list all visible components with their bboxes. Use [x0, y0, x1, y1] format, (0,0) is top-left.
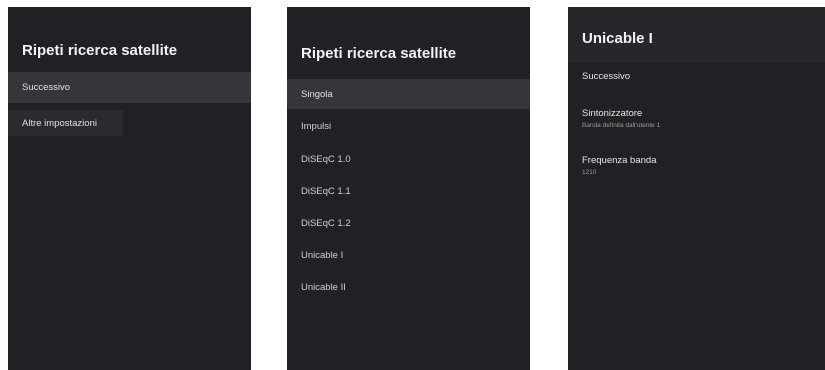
option-diseqc-1-0[interactable]: DiSEqC 1.0: [287, 144, 530, 174]
lnb-type-panel: Ripeti ricerca satellite Singola Impulsi…: [287, 7, 530, 370]
panel-title: Ripeti ricerca satellite: [22, 42, 178, 59]
panel-title: Ripeti ricerca satellite: [301, 45, 457, 62]
other-settings-item[interactable]: Altre impostazioni: [8, 110, 123, 136]
next-item[interactable]: Successivo: [8, 72, 251, 103]
satellite-rescan-panel: Ripeti ricerca satellite Successivo Altr…: [8, 7, 251, 370]
tuner-label: Sintonizzatore: [582, 108, 643, 119]
option-unicable-2[interactable]: Unicable II: [287, 272, 530, 302]
band-frequency-item[interactable]: Frequenza banda 1210: [582, 155, 656, 176]
option-unicable-1[interactable]: Unicable I: [287, 240, 530, 270]
option-diseqc-1-1[interactable]: DiSEqC 1.1: [287, 176, 530, 206]
next-item[interactable]: Successivo: [582, 71, 630, 82]
option-diseqc-1-2[interactable]: DiSEqC 1.2: [287, 208, 530, 238]
panel-title: Unicable I: [582, 30, 653, 47]
band-frequency-label: Frequenza banda: [582, 155, 657, 166]
tuner-value: Banda definita dall'utente 1: [582, 122, 661, 129]
option-impulsi[interactable]: Impulsi: [287, 111, 530, 141]
next-label: Successivo: [582, 71, 631, 82]
tuner-item[interactable]: Sintonizzatore Banda definita dall'utent…: [582, 108, 660, 129]
option-singola[interactable]: Singola: [287, 79, 530, 109]
band-frequency-value: 1210: [582, 169, 597, 176]
unicable-panel: Unicable I Successivo Sintonizzatore Ban…: [568, 7, 825, 370]
